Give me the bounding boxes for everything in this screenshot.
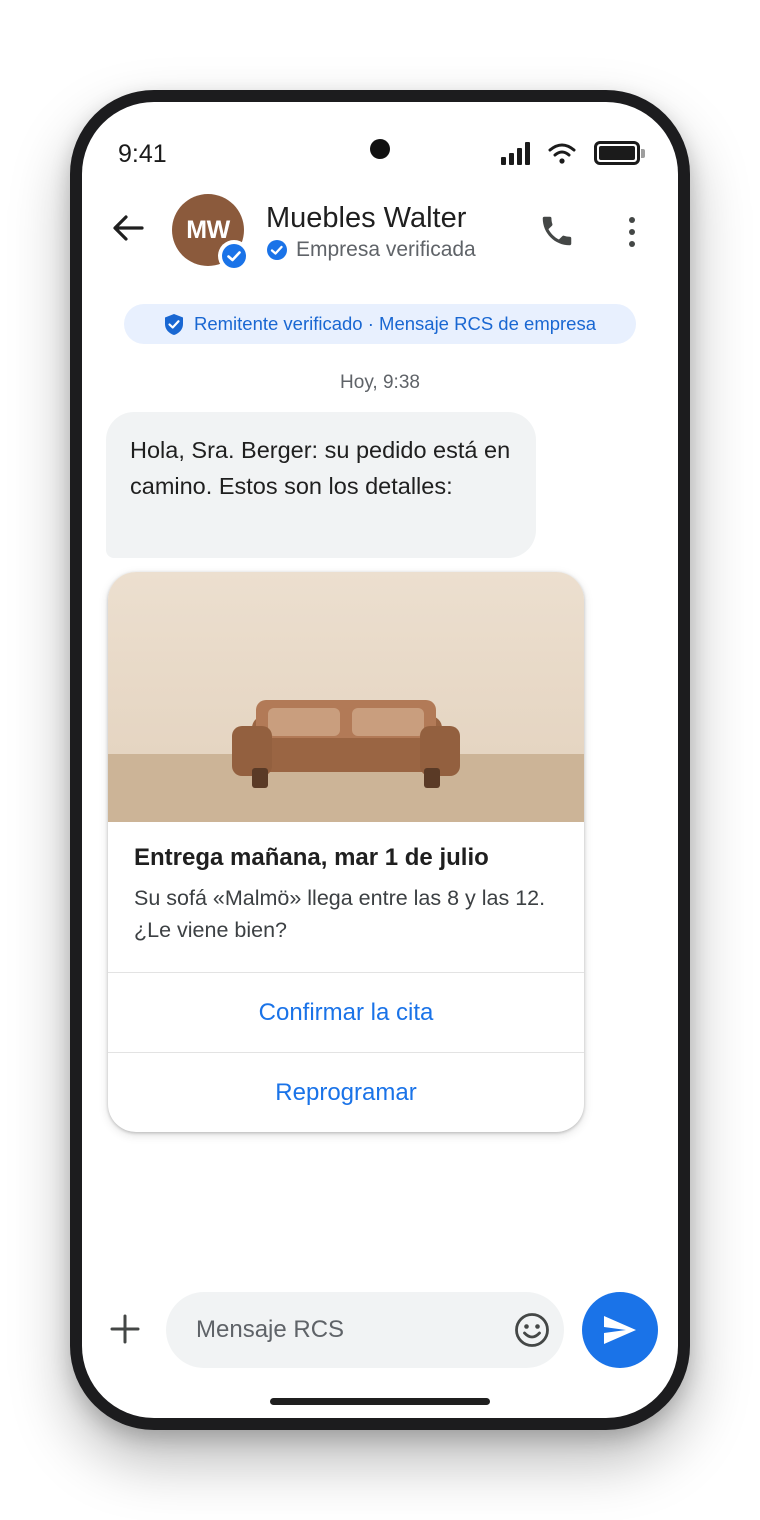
send-button[interactable] bbox=[582, 1292, 658, 1368]
banner-text: Remitente verificado · Mensaje RCS de em… bbox=[193, 313, 597, 334]
verified-check-icon bbox=[267, 240, 287, 260]
shield-check-icon bbox=[164, 313, 183, 335]
back-arrow-icon[interactable] bbox=[110, 210, 146, 246]
status-icons bbox=[501, 140, 645, 166]
more-vert-icon[interactable] bbox=[620, 212, 644, 252]
message-input[interactable] bbox=[196, 1310, 496, 1350]
reschedule-button[interactable]: Reprogramar bbox=[108, 1052, 584, 1132]
incoming-message[interactable]: Hola, Sra. Berger: su pedido está en cam… bbox=[106, 412, 536, 558]
message-input-container bbox=[166, 1292, 564, 1368]
verified-status: Empresa verificada bbox=[266, 238, 476, 262]
phone-frame: 9:41 MW Muebles Walter Empresa verificad… bbox=[70, 90, 690, 1430]
verified-check-icon bbox=[222, 244, 246, 268]
verified-badge bbox=[218, 240, 250, 272]
plus-icon[interactable] bbox=[108, 1312, 142, 1346]
card-image[interactable] bbox=[108, 572, 584, 822]
card-body: Entrega mañana, mar 1 de julio Su sofá «… bbox=[108, 822, 584, 972]
verified-sender-banner: Remitente verificado · Mensaje RCS de em… bbox=[124, 304, 636, 344]
status-time: 9:41 bbox=[118, 140, 167, 168]
card-description: Su sofá «Malmö» llega entre las 8 y las … bbox=[134, 886, 546, 942]
rich-card: Entrega mañana, mar 1 de julio Su sofá «… bbox=[108, 572, 584, 1132]
message-timestamp: Hoy, 9:38 bbox=[340, 372, 420, 393]
avatar-initials: MW bbox=[186, 215, 230, 244]
confirm-appointment-button[interactable]: Confirmar la cita bbox=[108, 972, 584, 1052]
screen: 9:41 MW Muebles Walter Empresa verificad… bbox=[82, 102, 678, 1418]
sofa-illustration bbox=[232, 700, 460, 788]
phone-icon[interactable] bbox=[538, 212, 576, 250]
battery-icon bbox=[594, 141, 645, 165]
home-indicator[interactable] bbox=[270, 1398, 490, 1405]
verified-label: Empresa verificada bbox=[296, 238, 476, 261]
send-icon bbox=[604, 1316, 636, 1344]
emoji-icon[interactable] bbox=[514, 1312, 550, 1348]
wifi-icon bbox=[548, 143, 576, 164]
contact-name[interactable]: Muebles Walter bbox=[266, 202, 466, 235]
card-title: Entrega mañana, mar 1 de julio bbox=[134, 844, 489, 871]
front-camera bbox=[370, 139, 390, 159]
signal-icon bbox=[501, 141, 530, 165]
